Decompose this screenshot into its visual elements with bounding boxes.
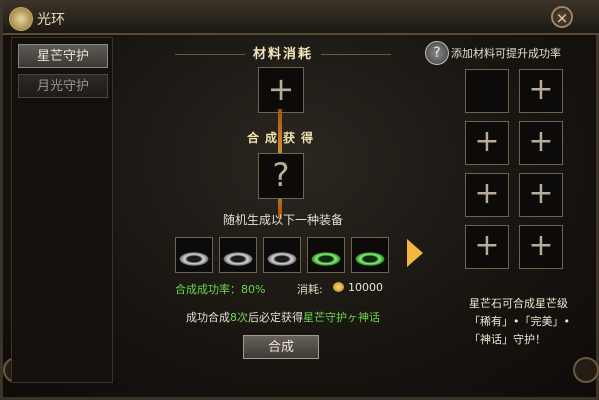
silver-ring-icon bbox=[223, 252, 253, 266]
green-ring-icon bbox=[355, 252, 385, 266]
gold-coin-icon bbox=[333, 282, 344, 292]
description-text: 星芒石可合成星芒级「稀有」•「完美」•「神话」守护！ bbox=[469, 297, 570, 346]
success-rate: 合成成功率：80% bbox=[175, 283, 266, 296]
extra-material-slot[interactable]: + bbox=[465, 173, 509, 217]
craft-result-label: 合成获得 bbox=[246, 131, 319, 145]
silver-ring-icon bbox=[179, 252, 209, 266]
result-slot: ? bbox=[258, 153, 304, 199]
possible-item-5[interactable] bbox=[351, 237, 389, 273]
material-panel-title: 添加材料可提升成功率 bbox=[451, 47, 561, 60]
cost-value: 10000 bbox=[348, 281, 383, 294]
halo-icon bbox=[9, 7, 33, 31]
green-ring-icon bbox=[311, 252, 341, 266]
extra-material-slot[interactable] bbox=[465, 69, 509, 113]
guarantee-mid: 后必定获得 bbox=[248, 311, 303, 324]
extra-material-slot[interactable]: + bbox=[465, 225, 509, 269]
guarantee-text: 成功合成8次后必定获得星芒守护ヶ神话 bbox=[115, 309, 451, 325]
silver-ring-icon bbox=[267, 252, 297, 266]
title-bar: 光环 × bbox=[3, 3, 599, 35]
main-panel: 材料消耗 + 合成获得 ? 随机生成以下一种装备 合成成功率：80% 消耗: 1… bbox=[115, 37, 451, 381]
material-panel: ? 添加材料可提升成功率 + + + + + + + 星芒石可合成星芒级「稀有」… bbox=[425, 37, 593, 381]
extra-material-slot[interactable]: + bbox=[465, 121, 509, 165]
extra-material-slot[interactable]: + bbox=[519, 121, 563, 165]
material-slot[interactable]: + bbox=[258, 67, 304, 113]
next-arrow-icon[interactable] bbox=[407, 239, 423, 267]
extra-material-slot[interactable]: + bbox=[519, 173, 563, 217]
guarantee-reward: 星芒守护ヶ神话 bbox=[303, 311, 380, 324]
window-title: 光环 bbox=[37, 12, 65, 28]
tab-star-guard[interactable]: 星芒守护 bbox=[18, 44, 108, 68]
sidebar: 星芒守护 月光守护 bbox=[11, 37, 113, 383]
possible-item-2[interactable] bbox=[219, 237, 257, 273]
guarantee-count: 8次 bbox=[230, 311, 248, 324]
close-button[interactable]: × bbox=[551, 6, 573, 28]
material-cost-header: 材料消耗 bbox=[115, 43, 451, 62]
possible-item-3[interactable] bbox=[263, 237, 301, 273]
help-icon[interactable]: ? bbox=[425, 41, 449, 65]
extra-material-slot[interactable]: + bbox=[519, 225, 563, 269]
random-gen-text: 随机生成以下一种装备 bbox=[222, 213, 343, 227]
guarantee-pre: 成功合成 bbox=[186, 311, 230, 324]
tab-moon-guard[interactable]: 月光守护 bbox=[18, 74, 108, 98]
cost-label: 消耗: bbox=[297, 283, 323, 296]
extra-material-slot[interactable]: + bbox=[519, 69, 563, 113]
possible-item-4[interactable] bbox=[307, 237, 345, 273]
craft-button[interactable]: 合成 bbox=[243, 335, 319, 359]
synthesis-window: 光环 × 星芒守护 月光守护 材料消耗 + 合成获得 ? 随机生成以下一种装备 … bbox=[0, 0, 599, 400]
possible-item-1[interactable] bbox=[175, 237, 213, 273]
